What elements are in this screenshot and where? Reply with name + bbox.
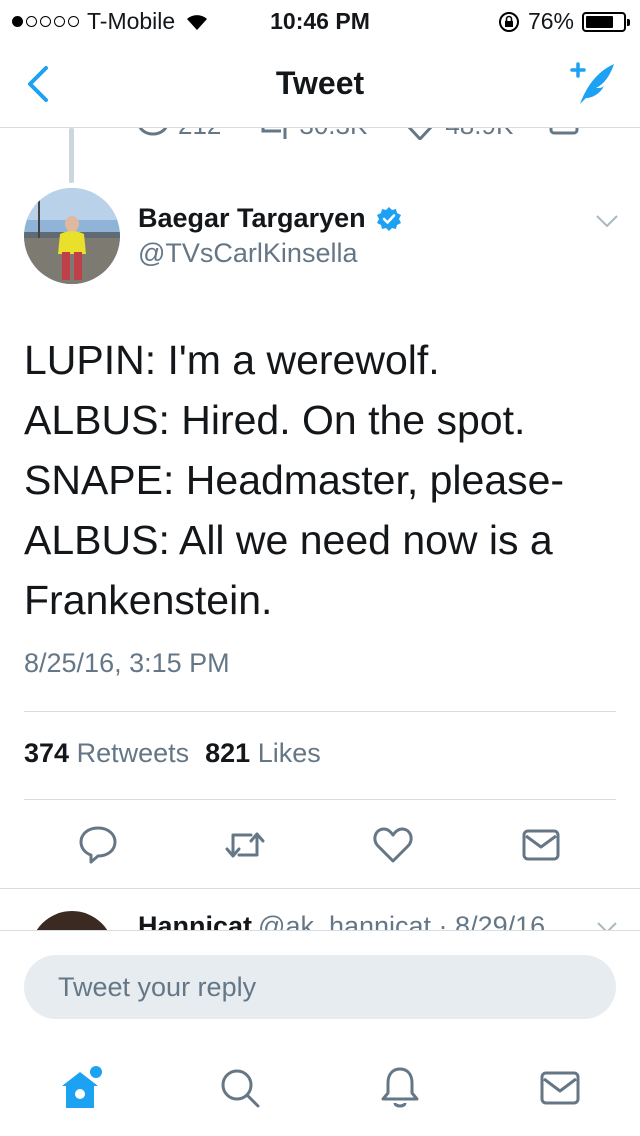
retweet-icon (225, 832, 265, 858)
navigation-bar: Tweet (0, 40, 640, 128)
tab-bar (0, 1040, 640, 1136)
tweet-timestamp: 8/25/16, 3:15 PM (24, 648, 230, 678)
compose-tweet-icon[interactable] (566, 58, 618, 108)
reply-icon (79, 826, 117, 864)
reply-composer-bar (0, 930, 640, 1040)
orientation-lock-icon (498, 11, 519, 32)
like-button[interactable] (368, 820, 418, 870)
new-content-badge (90, 1066, 102, 1078)
tweet-text-line: ALBUS: Hired. On the spot. (24, 397, 526, 443)
retweets-stat[interactable]: 374 Retweets (24, 738, 189, 769)
notifications-bell-icon (381, 1067, 419, 1108)
reply-meta: @ak_hannicat · 8/29/16 (258, 911, 546, 930)
author-name[interactable]: Baegar Targaryen (138, 203, 366, 234)
tweet-text-line: LUPIN: I'm a werewolf. (24, 337, 440, 383)
reply-button[interactable] (73, 820, 123, 870)
tweet-stats: 374 Retweets 821 Likes (24, 738, 321, 769)
divider (24, 799, 616, 800)
tab-home[interactable] (52, 1060, 108, 1116)
envelope-icon (522, 829, 560, 861)
reply-author-avatar[interactable] (30, 911, 114, 930)
page-title: Tweet (275, 65, 365, 101)
search-icon (221, 1069, 260, 1108)
verified-badge-icon (376, 206, 401, 231)
battery-percent: 76% (527, 8, 574, 34)
battery-status: 76% (498, 8, 630, 35)
tweet-text: LUPIN: I'm a werewolf. ALBUS: Hired. On … (24, 330, 624, 630)
messages-envelope-icon (540, 1071, 580, 1105)
author-avatar[interactable] (24, 188, 120, 284)
tab-notifications[interactable] (372, 1060, 428, 1116)
avatar-photo (24, 188, 120, 284)
tweet-text-line: ALBUS: All we need now is a (24, 517, 553, 563)
retweets-label: Retweets (76, 738, 190, 768)
reply-header: Hannicat @ak_hannicat · 8/29/16 (138, 911, 545, 930)
battery-icon (582, 11, 630, 32)
author-name-row: Baegar Targaryen (138, 203, 402, 234)
heart-icon (373, 827, 413, 863)
divider (24, 711, 616, 712)
direct-message-button[interactable] (516, 820, 566, 870)
tab-search[interactable] (212, 1060, 268, 1116)
likes-label: Likes (257, 738, 321, 768)
tweet-text-line: Frankenstein. (24, 577, 273, 623)
author-handle[interactable]: @TVsCarlKinsella (138, 238, 357, 269)
tweet-text-line: SNAPE: Headmaster, please- (24, 457, 565, 503)
tweet-actions (0, 820, 640, 870)
chevron-down-icon[interactable] (594, 208, 620, 234)
retweet-button[interactable] (220, 820, 270, 870)
status-bar: T-Mobile 10:46 PM 76% (0, 0, 640, 40)
likes-stat[interactable]: 821 Likes (205, 738, 321, 769)
reply-input[interactable] (24, 955, 616, 1019)
retweets-count: 374 (24, 738, 70, 768)
tab-messages[interactable] (532, 1060, 588, 1116)
chevron-down-icon[interactable] (596, 917, 618, 930)
reply-tweet-preview[interactable]: Hannicat @ak_hannicat · 8/29/16 (0, 888, 640, 930)
reply-author-name: Hannicat (138, 911, 253, 930)
likes-count: 821 (205, 738, 251, 768)
